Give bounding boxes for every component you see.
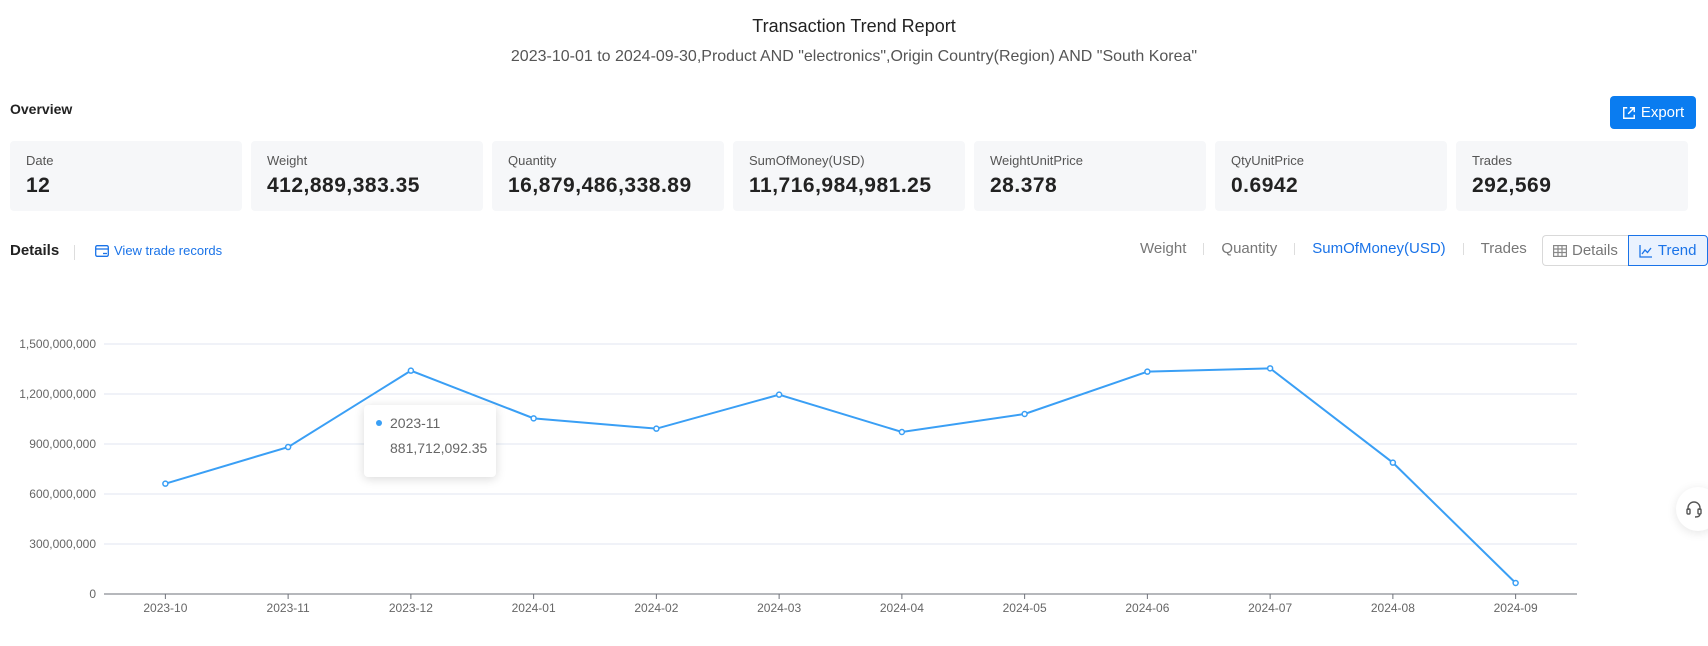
x-tick-label: 2023-12 [389,601,433,615]
card-label: Date [26,153,54,168]
x-tick-label: 2023-11 [267,601,310,615]
data-point-2024-02[interactable] [653,425,660,432]
divider [1462,242,1464,255]
y-axis: 0 300,000,000 600,000,000 900,000,000 1,200,… [19,337,96,601]
export-button[interactable]: Export [1610,96,1696,129]
data-point-2024-06[interactable] [1144,368,1151,375]
data-point-2024-01[interactable] [530,415,537,422]
card-label: Quantity [508,153,557,168]
records-icon [95,244,109,257]
x-tick-label: 2024-01 [512,601,556,615]
data-point-2024-05[interactable] [1021,410,1028,418]
x-tick-label: 2024-05 [1003,601,1047,615]
report-title: Transaction Trend Report [752,16,956,36]
card-qty-unit-price: QtyUnitPrice 0.6942 [1215,141,1447,211]
x-tick-label: 2024-03 [757,601,801,615]
card-value: 28.378 [990,174,1058,197]
card-label: WeightUnitPrice [990,153,1083,168]
data-point-2024-08[interactable] [1389,459,1397,466]
card-date: Date 12 [10,141,242,211]
metric-tabs: Weight Quantity SumOfMoney(USD) Trades [1140,240,1527,257]
x-tick-label: 2024-07 [1248,601,1292,615]
divider [1294,242,1296,255]
card-value: 412,889,383.35 [267,174,420,197]
divider [1203,242,1205,255]
card-value: 12 [26,174,51,197]
export-label: Export [1640,104,1685,121]
tab-weight[interactable]: Weight [1140,240,1186,257]
x-tick-label: 2023-10 [143,601,187,615]
headset-icon [1686,501,1702,518]
y-tick-label: 600,000,000 [29,487,96,501]
y-tick-label: 1,200,000,000 [19,387,96,401]
tab-trades[interactable]: Trades [1481,240,1527,257]
card-value: 292,569 [1472,174,1552,197]
card-value: 16,879,486,338.89 [508,174,692,197]
x-tick-label: 2024-02 [634,601,678,615]
data-point-2024-07[interactable] [1266,365,1274,372]
data-point-2023-12[interactable] [407,367,415,374]
card-label: SumOfMoney(USD) [749,153,865,168]
details-view-label: Details [1572,242,1618,259]
table-icon [1553,244,1567,257]
tooltip-value: 881,712,092.35 [390,440,488,456]
line-chart-icon [1639,244,1652,258]
data-point-2023-11[interactable] [284,443,292,451]
overview-cards: Date 12 Weight 412,889,383.35 Quantity 1… [10,141,1688,211]
view-trade-records-label: View trade records [114,243,223,258]
trend-line-chart: 0 300,000,000 600,000,000 900,000,000 1,200,… [19,337,1577,615]
y-tick-label: 900,000,000 [29,437,96,451]
chart-tooltip: 2023-11 881,712,092.35 [364,405,496,477]
x-tick-label: 2024-08 [1371,601,1415,615]
grid [104,343,1577,545]
x-tick-label: 2024-09 [1494,601,1538,615]
details-heading: Details [10,242,60,259]
card-value: 11,716,984,981.25 [749,174,932,197]
tooltip-category: 2023-11 [390,415,441,431]
card-label: Weight [267,153,308,168]
y-tick-label: 300,000,000 [29,537,96,551]
x-tick-label: 2024-04 [880,601,924,615]
data-point-2024-04[interactable] [898,428,906,436]
card-label: Trades [1472,153,1512,168]
card-trades: Trades 292,569 [1456,141,1688,211]
view-trade-records-link[interactable]: View trade records [95,243,222,258]
data-point-2024-03[interactable] [775,391,783,398]
external-link-icon [1622,106,1635,119]
card-weight: Weight 412,889,383.35 [251,141,483,211]
y-tick-label: 1,500,000,000 [19,337,96,351]
tab-quantity[interactable]: Quantity [1221,240,1277,257]
data-point-2024-09[interactable] [1512,579,1519,587]
data-point-2023-10[interactable] [162,480,169,487]
trend-view-label: Trend [1657,242,1697,259]
card-sum-of-money: SumOfMoney(USD) 11,716,984,981.25 [733,141,965,211]
x-tick-label: 2024-06 [1125,601,1169,615]
details-view-button[interactable]: Details [1542,235,1628,266]
overview-heading: Overview [10,101,73,117]
card-label: QtyUnitPrice [1231,153,1304,168]
trend-view-button[interactable]: Trend [1627,235,1708,266]
tab-sum-of-money[interactable]: SumOfMoney(USD) [1312,240,1445,257]
series-marker-icon [376,420,382,426]
view-toggle: Details Trend [1542,235,1708,266]
x-axis: 2023-10 2023-11 2023-12 2024-01 2024-02 2024-… [104,593,1577,615]
report-subtitle: 2023-10-01 to 2024-09-30,Product AND "el… [510,48,1198,65]
divider [74,245,75,260]
card-weight-unit-price: WeightUnitPrice 28.378 [974,141,1206,211]
y-tick-label: 0 [89,587,96,601]
card-value: 0.6942 [1231,174,1299,197]
card-quantity: Quantity 16,879,486,338.89 [492,141,724,211]
